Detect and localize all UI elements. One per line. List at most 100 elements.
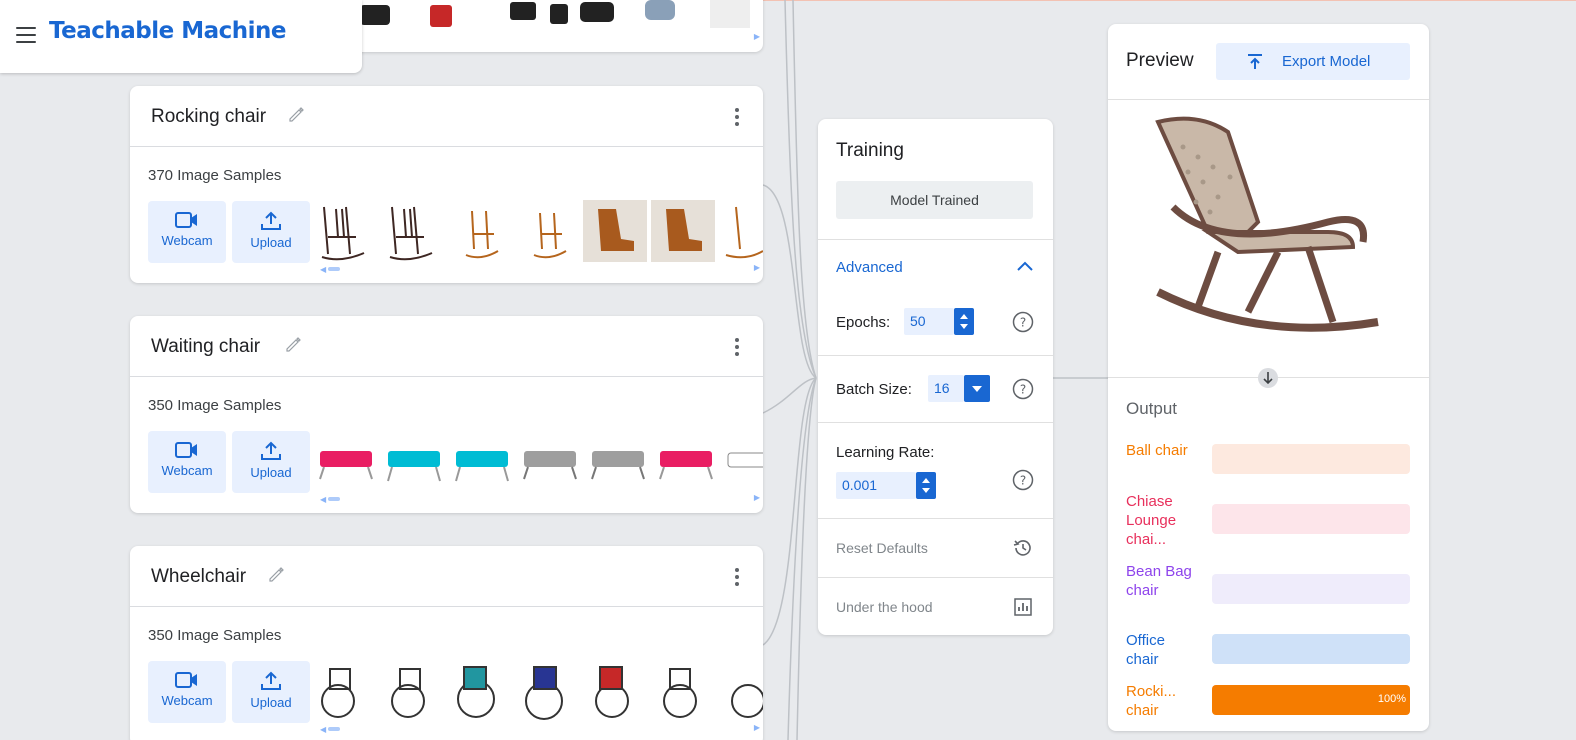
training-title: Training [836, 140, 904, 161]
edit-pencil-icon[interactable] [287, 105, 305, 123]
scroll-left-icon[interactable]: ◀ [320, 495, 326, 504]
output-class-name: Ball chair [1126, 442, 1188, 459]
output-class-name: Rocki... chair [1126, 683, 1177, 719]
arrow-down-icon [1263, 372, 1273, 385]
confidence-bar [1212, 504, 1410, 534]
confidence-bar [1212, 574, 1410, 604]
more-options-icon[interactable] [735, 338, 739, 356]
training-panel: Training Model Trained Advanced Epochs: … [818, 119, 1053, 635]
thumbnail-scrollbar[interactable] [328, 727, 340, 731]
class-card-wheelchair: Wheelchair 350 Image Samples Webcam Uplo… [130, 546, 763, 740]
output-class-name: Chiase Lounge chai... [1126, 493, 1177, 548]
scroll-right-icon[interactable]: ▶ [754, 263, 760, 272]
batch-size-dropdown[interactable] [964, 375, 990, 402]
dropdown-arrow-icon [972, 386, 982, 392]
webcam-button[interactable]: Webcam [148, 661, 226, 723]
app-header: Teachable Machine [0, 0, 362, 73]
scroll-right-icon[interactable]: ▶ [754, 32, 760, 41]
scroll-right-icon[interactable]: ▶ [754, 493, 760, 502]
under-the-hood-button[interactable]: Under the hood [836, 599, 933, 615]
class-name[interactable]: Wheelchair [151, 566, 246, 588]
webcam-icon [175, 442, 197, 458]
webcam-button[interactable]: Webcam [148, 201, 226, 263]
card-header: Rocking chair [130, 86, 763, 147]
reset-defaults-button[interactable]: Reset Defaults [836, 540, 928, 556]
sample-thumbnails [350, 0, 763, 40]
preview-image [1155, 116, 1379, 332]
confidence-bar [1212, 634, 1410, 664]
confidence-percent: 100% [1377, 693, 1406, 705]
svg-text:?: ? [1020, 383, 1026, 397]
scroll-left-icon[interactable]: ◀ [320, 265, 326, 274]
divider [818, 239, 1053, 240]
edit-pencil-icon[interactable] [267, 565, 285, 583]
bar-chart-icon[interactable] [1013, 597, 1033, 617]
class-name[interactable]: Waiting chair [151, 336, 260, 358]
scroll-left-icon[interactable]: ◀ [320, 725, 326, 734]
upload-button[interactable]: Upload [232, 201, 310, 263]
learning-rate-input[interactable]: 0.001 [836, 472, 916, 499]
card-header: Wheelchair [130, 546, 763, 607]
scroll-right-icon[interactable]: ▶ [754, 723, 760, 732]
upload-label: Upload [250, 695, 292, 710]
output-class-name: Office chair [1126, 632, 1165, 668]
upload-button[interactable]: Upload [232, 431, 310, 493]
output-label: Output [1126, 399, 1178, 418]
menu-icon[interactable] [16, 27, 36, 43]
divider [818, 422, 1053, 423]
upload-label: Upload [250, 465, 292, 480]
advanced-toggle[interactable]: Advanced [836, 259, 903, 276]
stepper-arrows-icon [960, 314, 968, 329]
sample-thumbnails [316, 199, 763, 265]
thumbnail-scrollbar[interactable] [328, 497, 340, 501]
epochs-label: Epochs: [836, 314, 891, 331]
class-name[interactable]: Rocking chair [151, 106, 266, 128]
upload-icon [261, 441, 281, 460]
more-options-icon[interactable] [735, 568, 739, 586]
edit-pencil-icon[interactable] [284, 335, 302, 353]
learning-rate-label: Learning Rate: [836, 444, 935, 461]
webcam-button[interactable]: Webcam [148, 431, 226, 493]
class-card-rocking: Rocking chair 370 Image Samples Webcam U… [130, 86, 763, 283]
batch-size-select[interactable]: 16 [928, 375, 964, 402]
more-options-icon[interactable] [735, 108, 739, 126]
sample-count: 350 Image Samples [148, 397, 282, 414]
export-icon [1248, 54, 1262, 69]
sample-count: 370 Image Samples [148, 167, 282, 184]
app-title[interactable]: Teachable Machine [49, 18, 287, 44]
learning-rate-stepper[interactable] [916, 472, 936, 499]
divider [1108, 99, 1429, 100]
upload-label: Upload [250, 235, 292, 250]
train-model-button[interactable]: Model Trained [836, 181, 1033, 219]
thumbnail-scrollbar[interactable] [328, 267, 340, 271]
history-icon[interactable] [1012, 537, 1034, 559]
wheelchair-thumbnails [321, 666, 763, 720]
rocking-chair-thumbnails [321, 200, 763, 262]
divider [818, 355, 1053, 356]
card-header: Waiting chair [130, 316, 763, 377]
webcam-label: Webcam [161, 463, 213, 478]
batch-size-label: Batch Size: [836, 381, 912, 398]
help-icon[interactable]: ? [1012, 378, 1034, 400]
sample-thumbnails [316, 659, 763, 725]
confidence-bar [1212, 444, 1410, 474]
export-model-button[interactable]: Export Model [1216, 43, 1410, 80]
webcam-icon [175, 212, 197, 228]
sample-count: 350 Image Samples [148, 627, 282, 644]
webcam-icon [175, 672, 197, 688]
stepper-arrows-icon [922, 478, 930, 493]
preview-panel: Preview Export Model Output Ball chair C… [1108, 24, 1429, 731]
svg-text:?: ? [1020, 316, 1026, 330]
epochs-input[interactable]: 50 [904, 308, 954, 335]
office-chair-thumbnails [360, 0, 750, 28]
down-arrow-icon[interactable] [1258, 368, 1278, 388]
help-icon[interactable]: ? [1012, 311, 1034, 333]
chevron-up-icon[interactable] [1016, 260, 1034, 272]
output-class-name: Bean Bag chair [1126, 563, 1192, 599]
divider [818, 577, 1053, 578]
upload-icon [261, 671, 281, 690]
upload-button[interactable]: Upload [232, 661, 310, 723]
epochs-stepper[interactable] [954, 308, 974, 335]
help-icon[interactable]: ? [1012, 469, 1034, 491]
sample-thumbnails [316, 429, 763, 495]
